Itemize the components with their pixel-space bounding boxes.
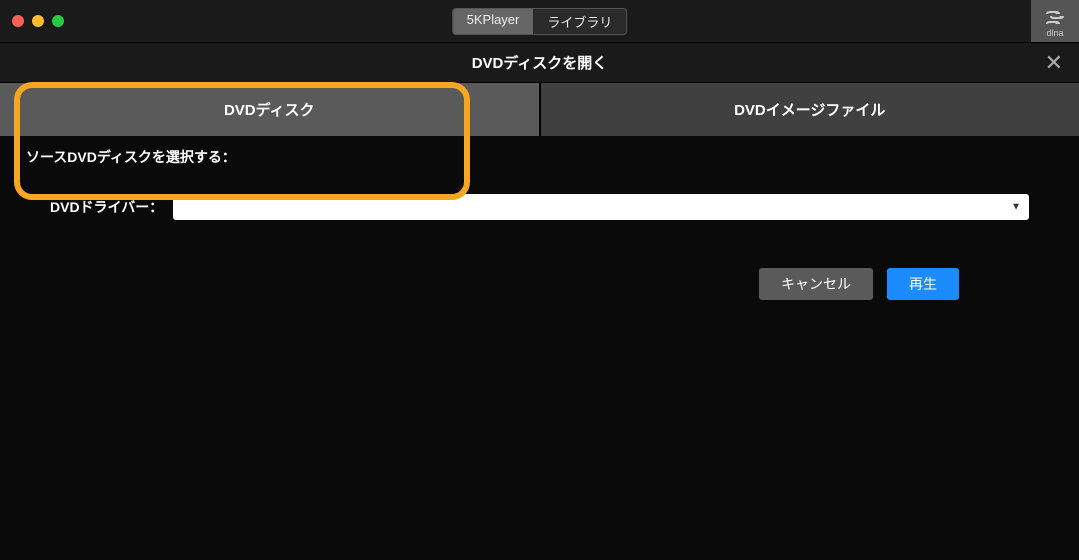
chevron-down-icon: ▼ bbox=[1011, 202, 1021, 213]
close-icon[interactable]: ✕ bbox=[1045, 50, 1063, 76]
dlna-label: dlna bbox=[1046, 28, 1063, 38]
dvd-driver-select[interactable]: ▼ bbox=[173, 194, 1029, 220]
tab-dvd-disc[interactable]: DVDディスク bbox=[0, 83, 539, 136]
dlna-button[interactable]: dlna bbox=[1031, 0, 1079, 48]
source-disc-label: ソースDVDディスクを選択する： bbox=[26, 147, 236, 167]
window-close-button[interactable] bbox=[12, 15, 24, 27]
window-controls bbox=[12, 15, 64, 27]
tab-dvd-image-file[interactable]: DVDイメージファイル bbox=[541, 83, 1079, 136]
tab-bar: DVDディスク DVDイメージファイル bbox=[0, 82, 1079, 136]
titlebar: 5KPlayer ライブラリ dlna bbox=[0, 0, 1079, 42]
mode-toggle: 5KPlayer ライブラリ bbox=[452, 8, 628, 35]
mode-library-button[interactable]: ライブラリ bbox=[533, 9, 626, 34]
driver-row: DVDドライバー： ▼ bbox=[0, 178, 1079, 220]
dvd-driver-label: DVDドライバー： bbox=[50, 197, 163, 217]
window-minimize-button[interactable] bbox=[32, 15, 44, 27]
dialog-content: ソースDVDディスクを選択する： DVDドライバー： ▼ キャンセル 再生 bbox=[0, 136, 1079, 300]
dlna-icon bbox=[1044, 10, 1066, 26]
dialog-header: DVDディスクを開く ✕ bbox=[0, 42, 1079, 82]
cancel-button[interactable]: キャンセル bbox=[759, 268, 873, 300]
action-buttons: キャンセル 再生 bbox=[0, 220, 1079, 300]
dialog-title: DVDディスクを開く bbox=[472, 52, 608, 73]
mode-5kplayer-button[interactable]: 5KPlayer bbox=[453, 9, 534, 34]
window-maximize-button[interactable] bbox=[52, 15, 64, 27]
play-button[interactable]: 再生 bbox=[887, 268, 959, 300]
